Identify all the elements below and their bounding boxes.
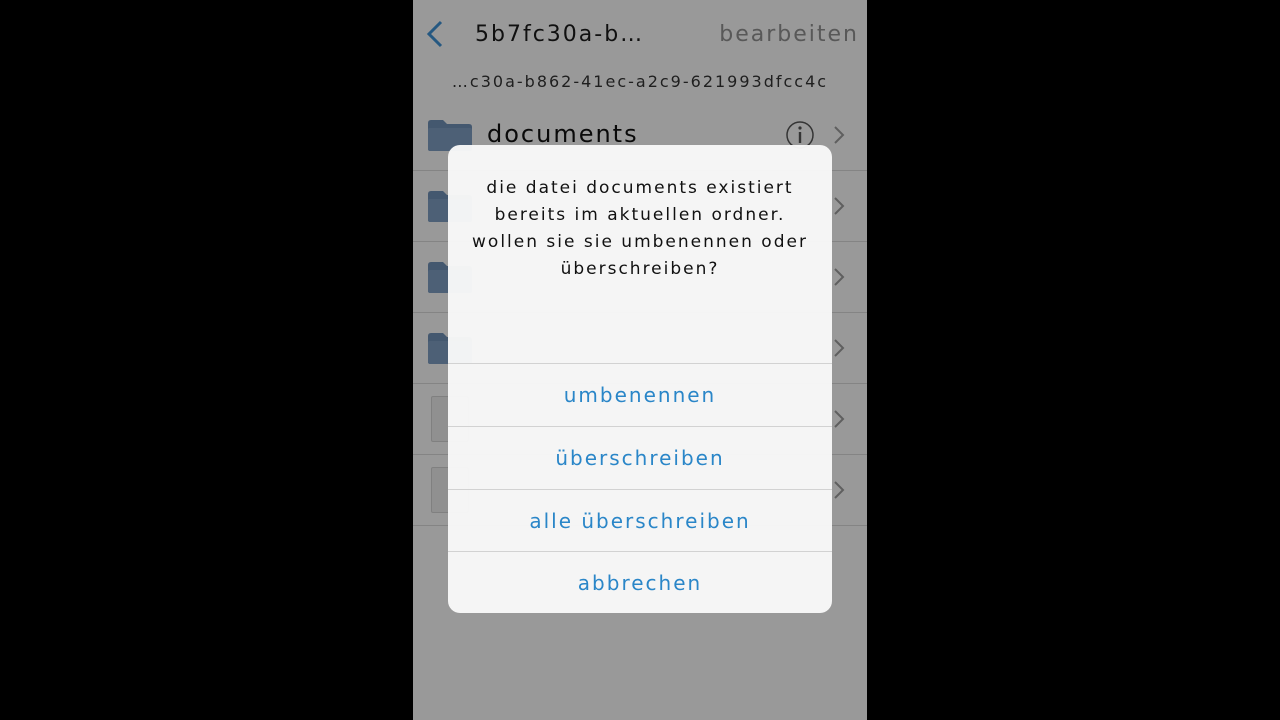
overwrite-all-button[interactable]: Alle überschreiben [448, 489, 832, 552]
alert-dialog: Die Datei Documents existiert bereits im… [448, 145, 832, 613]
cancel-button[interactable]: Abbrechen [448, 551, 832, 613]
rename-button[interactable]: Umbenennen [448, 363, 832, 426]
overwrite-button[interactable]: Überschreiben [448, 426, 832, 489]
alert-message: Die Datei Documents existiert bereits im… [472, 178, 808, 279]
